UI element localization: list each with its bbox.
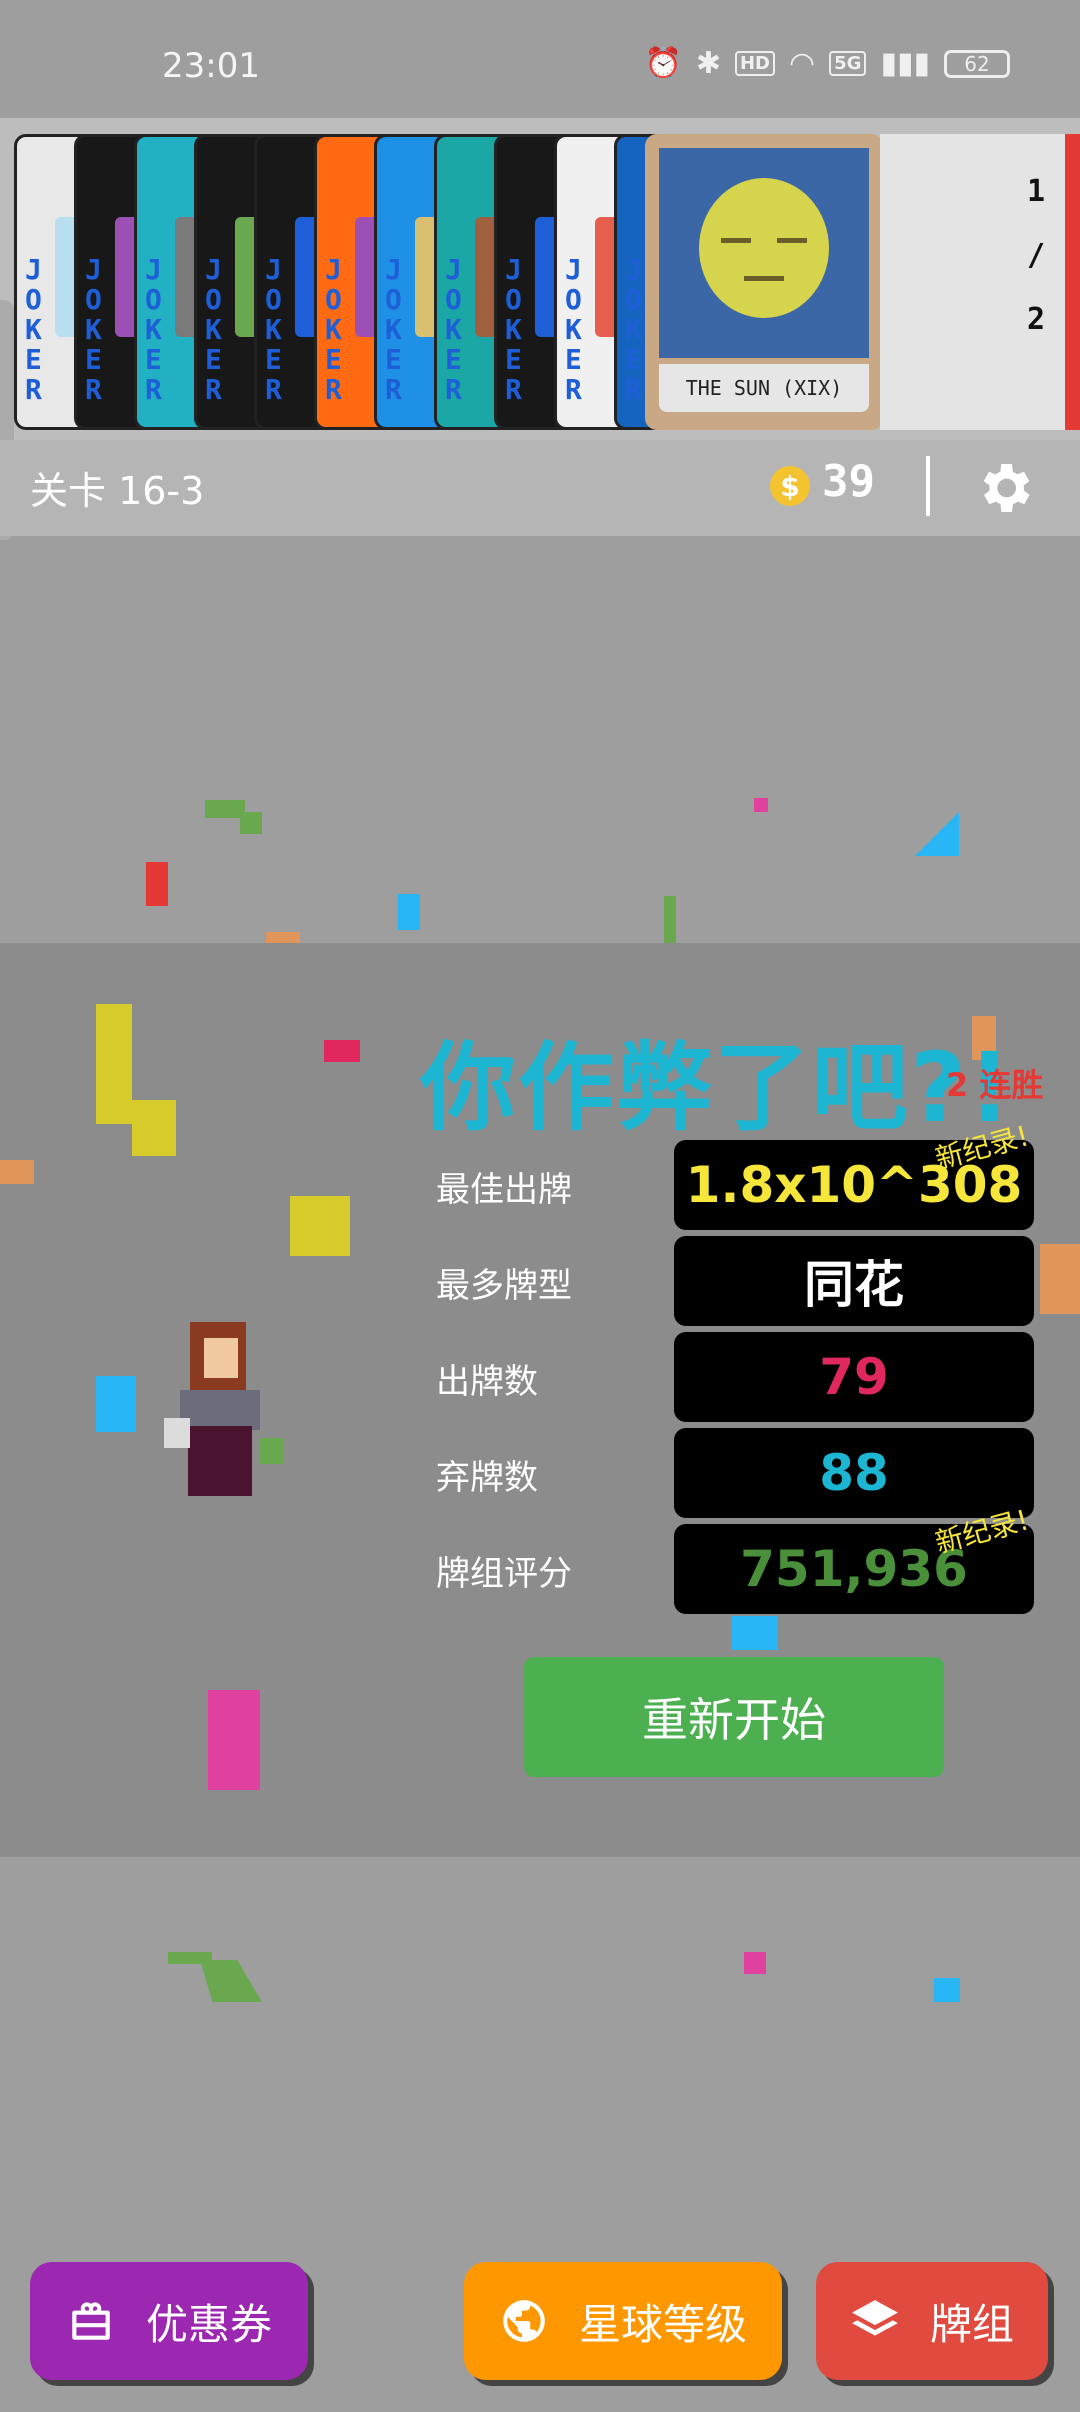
alarm-icon: ⏰	[644, 46, 682, 81]
confetti	[732, 1616, 778, 1650]
joker-label: JOKER	[505, 253, 522, 406]
confetti	[205, 800, 245, 818]
character-sprite	[160, 1318, 290, 1508]
layers-icon	[852, 2300, 898, 2336]
confetti	[146, 862, 168, 906]
joker-label: JOKER	[85, 253, 102, 406]
wifi-icon: ◠	[788, 46, 816, 81]
planet-level-label: 星球等级	[578, 2299, 747, 2349]
confetti	[934, 1978, 960, 2002]
joker-label: JOKER	[325, 253, 342, 406]
battery-icon: 62	[944, 49, 1010, 78]
result-title: 你作弊了吧?!	[420, 1032, 1014, 1144]
settings-gear-icon[interactable]	[972, 456, 1036, 520]
joker-label: JOKER	[565, 253, 582, 406]
consumable-count: 1 / 2	[880, 134, 1065, 430]
stat-value: 79	[674, 1332, 1034, 1422]
stat-value: 88	[674, 1428, 1034, 1518]
coin-icon: $	[770, 466, 810, 506]
gift-icon	[72, 2302, 110, 2340]
joker-label: JOKER	[25, 253, 42, 406]
status-time: 23:01	[162, 46, 260, 86]
confetti	[200, 1960, 262, 2002]
joker-label: JOKER	[385, 253, 402, 406]
count-separator: /	[1026, 238, 1045, 273]
confetti	[915, 812, 959, 856]
divider	[926, 456, 930, 516]
deck-label: 牌组	[929, 2299, 1014, 2349]
coupon-label: 优惠券	[145, 2299, 272, 2349]
stat-label: 牌组评分	[436, 1554, 572, 1594]
battery-level: 62	[964, 51, 990, 76]
count-max: 2	[1026, 302, 1045, 337]
stat-value: 同花	[674, 1236, 1034, 1326]
tarot-label: THE SUN (XIX)	[659, 364, 869, 412]
joker-label: JOKER	[625, 253, 642, 406]
planet-level-button[interactable]: 星球等级	[464, 2262, 782, 2380]
restart-button[interactable]: 重新开始	[524, 1657, 944, 1777]
confetti	[96, 1004, 132, 1124]
confetti	[398, 894, 420, 930]
network-type: 5G	[829, 51, 867, 76]
deck-button[interactable]: 牌组	[816, 2262, 1048, 2380]
signal-icon: ▮▮▮	[880, 46, 930, 81]
sun-icon	[699, 178, 829, 318]
count-current: 1	[1026, 174, 1045, 209]
joker-label: JOKER	[265, 253, 282, 406]
coupon-button[interactable]: 优惠券	[30, 2262, 308, 2380]
joker-label: JOKER	[145, 253, 162, 406]
stat-label: 弃牌数	[436, 1458, 538, 1498]
confetti	[324, 1040, 360, 1062]
confetti	[240, 812, 262, 834]
joker-label: JOKER	[205, 253, 222, 406]
stage-label: 关卡 16-3	[30, 469, 205, 513]
confetti	[744, 1952, 766, 1974]
confetti	[290, 1196, 350, 1256]
confetti	[208, 1690, 260, 1790]
stat-label: 出牌数	[436, 1362, 538, 1402]
globe-icon	[503, 2300, 545, 2342]
stat-label: 最多牌型	[436, 1266, 572, 1306]
confetti	[96, 1376, 136, 1432]
edge-card[interactable]	[1065, 134, 1080, 430]
stat-label: 最佳出牌	[436, 1170, 572, 1210]
confetti	[754, 798, 768, 812]
hd-badge: HD	[734, 51, 775, 76]
confetti	[132, 1100, 176, 1156]
joker-label: JOKER	[445, 253, 462, 406]
status-bar: 23:01 ⏰ ✱ HD ◠ 5G ▮▮▮ 62	[0, 0, 1080, 118]
confetti	[1040, 1244, 1080, 1314]
confetti	[0, 1160, 34, 1184]
win-streak: 2 连胜	[946, 1066, 1044, 1104]
joker-tray[interactable]: JOKER JOKER JOKER JOKER JOKER JOKER JOKER JOKER…	[0, 118, 1080, 440]
coin-count: 39	[822, 456, 875, 507]
status-icons: ⏰ ✱ HD ◠ 5G ▮▮▮ 62	[644, 46, 1010, 81]
sun-card-art	[659, 148, 869, 358]
bluetooth-icon: ✱	[695, 46, 721, 81]
tarot-card[interactable]: THE SUN (XIX)	[645, 134, 883, 430]
info-bar: 关卡 16-3 $ 39	[0, 440, 1080, 536]
